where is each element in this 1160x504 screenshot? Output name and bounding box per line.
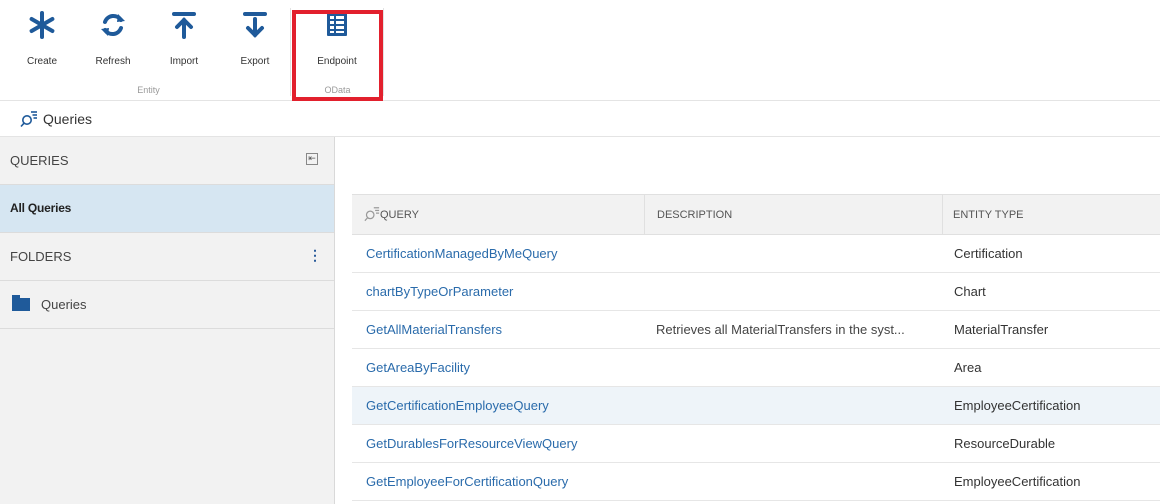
table-row[interactable]: GetAreaByFacility Area — [352, 349, 1160, 387]
refresh-label: Refresh — [95, 56, 131, 67]
column-header-query[interactable]: QUERY — [352, 195, 645, 235]
sidebar-item-all-queries[interactable]: All Queries — [0, 185, 334, 233]
group-divider — [383, 8, 384, 96]
column-header-entity-type[interactable]: ENTITY TYPE — [943, 195, 1160, 235]
query-entity-type: ResourceDurable — [954, 436, 1056, 451]
breadcrumb: Queries — [0, 101, 1160, 137]
page-title: Queries — [43, 111, 93, 127]
group-divider — [290, 8, 291, 96]
table-row[interactable]: CertificationManagedByMeQuery Certificat… — [352, 235, 1160, 273]
query-search-icon — [364, 206, 380, 225]
table-row[interactable]: GetCertificationEmployeeQuery EmployeeCe… — [352, 387, 1160, 425]
query-entity-type: EmployeeCertification — [954, 398, 1081, 413]
refresh-icon — [81, 10, 145, 46]
import-button[interactable]: Import — [152, 6, 216, 67]
query-link[interactable]: chartByTypeOrParameter — [366, 284, 646, 299]
create-label: Create — [26, 56, 57, 67]
sidebar-item-queries-folder[interactable]: Queries — [0, 281, 334, 329]
table-header: QUERY DESCRIPTION ENTITY TYPE — [352, 194, 1160, 235]
query-link[interactable]: CertificationManagedByMeQuery — [366, 246, 646, 261]
collapse-panel-icon[interactable]: ⇤ — [306, 153, 318, 165]
query-entity-type: Area — [954, 360, 982, 375]
table-row[interactable]: GetDurablesForResourceViewQuery Resource… — [352, 425, 1160, 463]
kebab-menu-icon[interactable]: ⋮ — [308, 247, 322, 264]
query-entity-type: Chart — [954, 284, 986, 299]
entity-type-column-label: ENTITY TYPE — [953, 209, 1024, 221]
asterisk-icon — [10, 10, 74, 46]
query-link[interactable]: GetAreaByFacility — [366, 360, 646, 375]
queries-section-header: QUERIES ⇤ — [0, 137, 334, 185]
entity-group-label: Entity — [137, 85, 160, 95]
folder-label: Queries — [41, 297, 87, 312]
query-column-label: QUERY — [380, 209, 419, 221]
queries-header-label: QUERIES — [10, 153, 69, 168]
query-entity-type: MaterialTransfer — [954, 322, 1049, 337]
query-link[interactable]: GetDurablesForResourceViewQuery — [366, 436, 646, 451]
table-row[interactable]: GetEmployeeForCertificationQuery Employe… — [352, 463, 1160, 501]
export-icon — [223, 10, 287, 46]
query-search-icon — [20, 110, 38, 133]
queries-table: QUERY DESCRIPTION ENTITY TYPE Certificat… — [352, 194, 1160, 501]
query-description: Retrieves all MaterialTransfers in the s… — [656, 322, 905, 337]
queries-sidebar: QUERIES ⇤ All Queries FOLDERS ⋮ Queries — [0, 137, 335, 504]
query-entity-type: EmployeeCertification — [954, 474, 1081, 489]
import-label: Import — [169, 56, 199, 67]
query-link[interactable]: GetAllMaterialTransfers — [366, 322, 646, 337]
ribbon-toolbar: Create Refresh Import Export Entity Endp… — [0, 0, 1160, 101]
refresh-button[interactable]: Refresh — [81, 6, 145, 67]
folder-icon — [12, 295, 30, 311]
table-row[interactable]: GetAllMaterialTransfers Retrieves all Ma… — [352, 311, 1160, 349]
folders-section-header: FOLDERS ⋮ — [0, 233, 334, 281]
export-button[interactable]: Export — [223, 6, 287, 67]
endpoint-highlight-box — [292, 10, 383, 101]
query-link[interactable]: GetCertificationEmployeeQuery — [366, 398, 646, 413]
create-button[interactable]: Create — [10, 6, 74, 67]
query-entity-type: Certification — [954, 246, 1023, 261]
query-link[interactable]: GetEmployeeForCertificationQuery — [366, 474, 646, 489]
export-label: Export — [240, 56, 270, 67]
folders-header-label: FOLDERS — [10, 249, 72, 264]
description-column-label: DESCRIPTION — [657, 209, 733, 221]
table-row[interactable]: chartByTypeOrParameter Chart — [352, 273, 1160, 311]
all-queries-label: All Queries — [10, 201, 72, 215]
column-header-description[interactable]: DESCRIPTION — [645, 195, 943, 235]
import-icon — [152, 10, 216, 46]
